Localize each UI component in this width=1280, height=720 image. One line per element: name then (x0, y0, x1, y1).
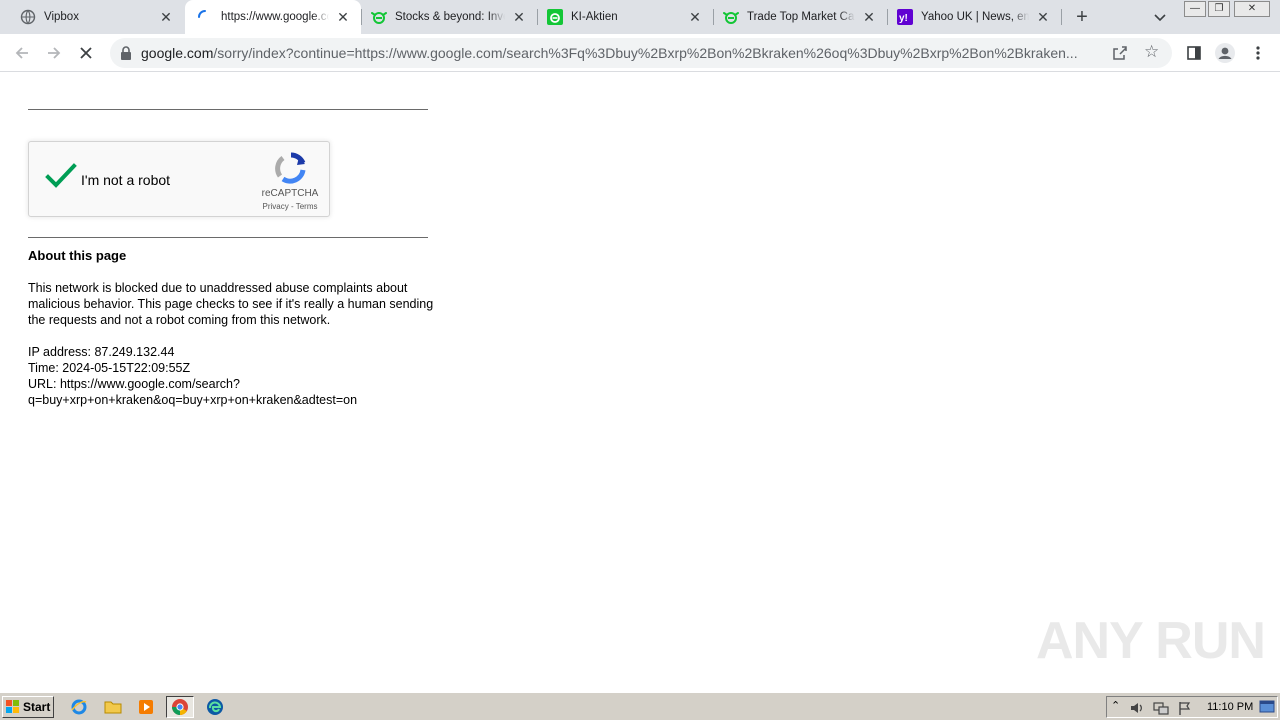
url-host: google.com (141, 45, 214, 61)
ie-icon[interactable] (70, 698, 88, 716)
bookmark-star-icon[interactable]: ☆ (1144, 43, 1159, 61)
time-line: Time: 2024-05-15T22:09:55Z (28, 361, 191, 375)
address-bar[interactable]: google.com/sorry/index?continue=https://… (110, 38, 1172, 68)
close-tab-icon[interactable]: ✕ (511, 9, 527, 25)
minimize-button[interactable]: — (1184, 1, 1206, 17)
captcha-brand: reCAPTCHA (261, 188, 319, 199)
profile-button[interactable] (1214, 42, 1236, 64)
tray-expand-icon[interactable]: ⌃ (1111, 699, 1120, 712)
url-line: URL: https://www.google.com/search? (28, 377, 240, 391)
kebab-menu-icon (1256, 46, 1260, 60)
action-center-flag-icon[interactable] (1177, 700, 1193, 716)
tab-title: Yahoo UK | News, email and search (921, 11, 1029, 23)
tab-google-sorry[interactable]: https://www.google.com/sorry/index ✕ (185, 0, 361, 34)
close-tab-icon[interactable]: ✕ (687, 9, 703, 25)
tab-ki-aktien[interactable]: KI-Aktien ✕ (537, 0, 713, 34)
divider (28, 237, 428, 238)
close-tab-icon[interactable]: ✕ (1035, 9, 1051, 25)
side-panel-button[interactable] (1183, 42, 1205, 64)
etoro-icon (723, 9, 739, 25)
forward-button[interactable] (43, 42, 65, 64)
tab-separator (713, 9, 714, 25)
captcha-label: I'm not a robot (81, 172, 171, 188)
yahoo-icon: y! (897, 9, 913, 25)
volume-icon[interactable] (1129, 700, 1145, 716)
url-query-line: q=buy+xrp+on+kraken&oq=buy+xrp+on+kraken… (28, 393, 358, 407)
tab-strip: Vipbox ✕ https://www.google.com/sorry/in… (0, 0, 1280, 34)
tab-separator (1061, 9, 1062, 25)
back-arrow-icon (15, 47, 28, 59)
menu-button[interactable] (1247, 42, 1269, 64)
tab-title: KI-Aktien (571, 11, 618, 23)
taskbar-clock: 11:10 PM (1207, 701, 1254, 713)
folder-icon[interactable] (104, 698, 122, 716)
windows-taskbar: Start ⌃ 11:10 PM (0, 692, 1280, 720)
tab-separator (361, 9, 362, 25)
close-tab-icon[interactable]: ✕ (861, 9, 877, 25)
recaptcha-logo-icon (275, 152, 306, 184)
svg-text:y!: y! (899, 13, 908, 24)
share-icon[interactable] (1112, 45, 1128, 61)
url-path: /sorry/index?continue=https://www.google… (213, 45, 1078, 61)
recaptcha-widget[interactable]: I'm not a robot reCAPTCHA Privacy - Term… (28, 141, 330, 217)
tab-title: Vipbox (44, 11, 79, 23)
close-icon (80, 47, 92, 59)
start-label: Start (23, 700, 51, 714)
terms-link[interactable]: Terms (296, 202, 318, 211)
network-icon[interactable] (1153, 700, 1169, 716)
restore-button[interactable]: ❐ (1208, 1, 1230, 17)
stop-loading-button[interactable] (75, 42, 97, 64)
about-paragraph: This network is blocked due to unaddress… (28, 281, 434, 327)
about-heading: About this page (28, 248, 127, 263)
show-desktop-icon[interactable] (1259, 700, 1275, 714)
chrome-taskbar-button[interactable] (166, 696, 194, 718)
tab-vipbox[interactable]: Vipbox ✕ (0, 0, 184, 34)
loading-spinner-icon (197, 9, 213, 25)
browser-toolbar: google.com/sorry/index?continue=https://… (0, 34, 1280, 72)
new-tab-button[interactable]: + (1072, 7, 1092, 27)
tab-yahoo-uk[interactable]: y! Yahoo UK | News, email and search ✕ (887, 0, 1061, 34)
tab-stocks-beyond[interactable]: Stocks & beyond: Investing ✕ (361, 0, 537, 34)
tab-separator (537, 9, 538, 25)
anyrun-watermark: ANY RUN (1036, 612, 1266, 670)
tab-title: https://www.google.com/sorry/index (221, 11, 329, 23)
windows-logo-icon (6, 700, 19, 713)
captcha-links: Privacy - Terms (255, 202, 325, 211)
side-panel-icon (1187, 46, 1201, 60)
tab-separator (887, 9, 888, 25)
chrome-icon (172, 699, 188, 715)
divider (28, 109, 428, 110)
close-window-button[interactable]: ✕ (1234, 1, 1270, 17)
media-player-icon[interactable] (137, 698, 155, 716)
close-tab-icon[interactable]: ✕ (158, 9, 174, 25)
tab-title: Trade Top Market Cap Crypto (747, 11, 855, 23)
globe-icon (20, 9, 36, 25)
avatar-icon (1215, 43, 1235, 63)
checkmark-icon[interactable] (45, 162, 77, 190)
url-text[interactable]: google.com/sorry/index?continue=https://… (141, 45, 1103, 61)
start-button[interactable]: Start (2, 696, 54, 718)
tab-title: Stocks & beyond: Investing (395, 11, 505, 23)
etoro-square-icon (547, 9, 563, 25)
edge-icon[interactable] (206, 698, 224, 716)
privacy-link[interactable]: Privacy (263, 202, 289, 211)
system-tray: ⌃ 11:10 PM (1106, 696, 1278, 718)
forward-arrow-icon (48, 47, 61, 59)
tab-search-chevron-icon[interactable] (1152, 9, 1168, 25)
page-content: I'm not a robot reCAPTCHA Privacy - Term… (0, 73, 1280, 692)
back-button[interactable] (11, 42, 33, 64)
etoro-icon (371, 9, 387, 25)
tab-trade-top-market-cap[interactable]: Trade Top Market Cap Crypto ✕ (713, 0, 887, 34)
lock-icon[interactable] (120, 46, 132, 60)
close-tab-icon[interactable]: ✕ (335, 9, 351, 25)
ip-address-line: IP address: 87.249.132.44 (28, 345, 175, 359)
links-separator: - (288, 202, 296, 211)
